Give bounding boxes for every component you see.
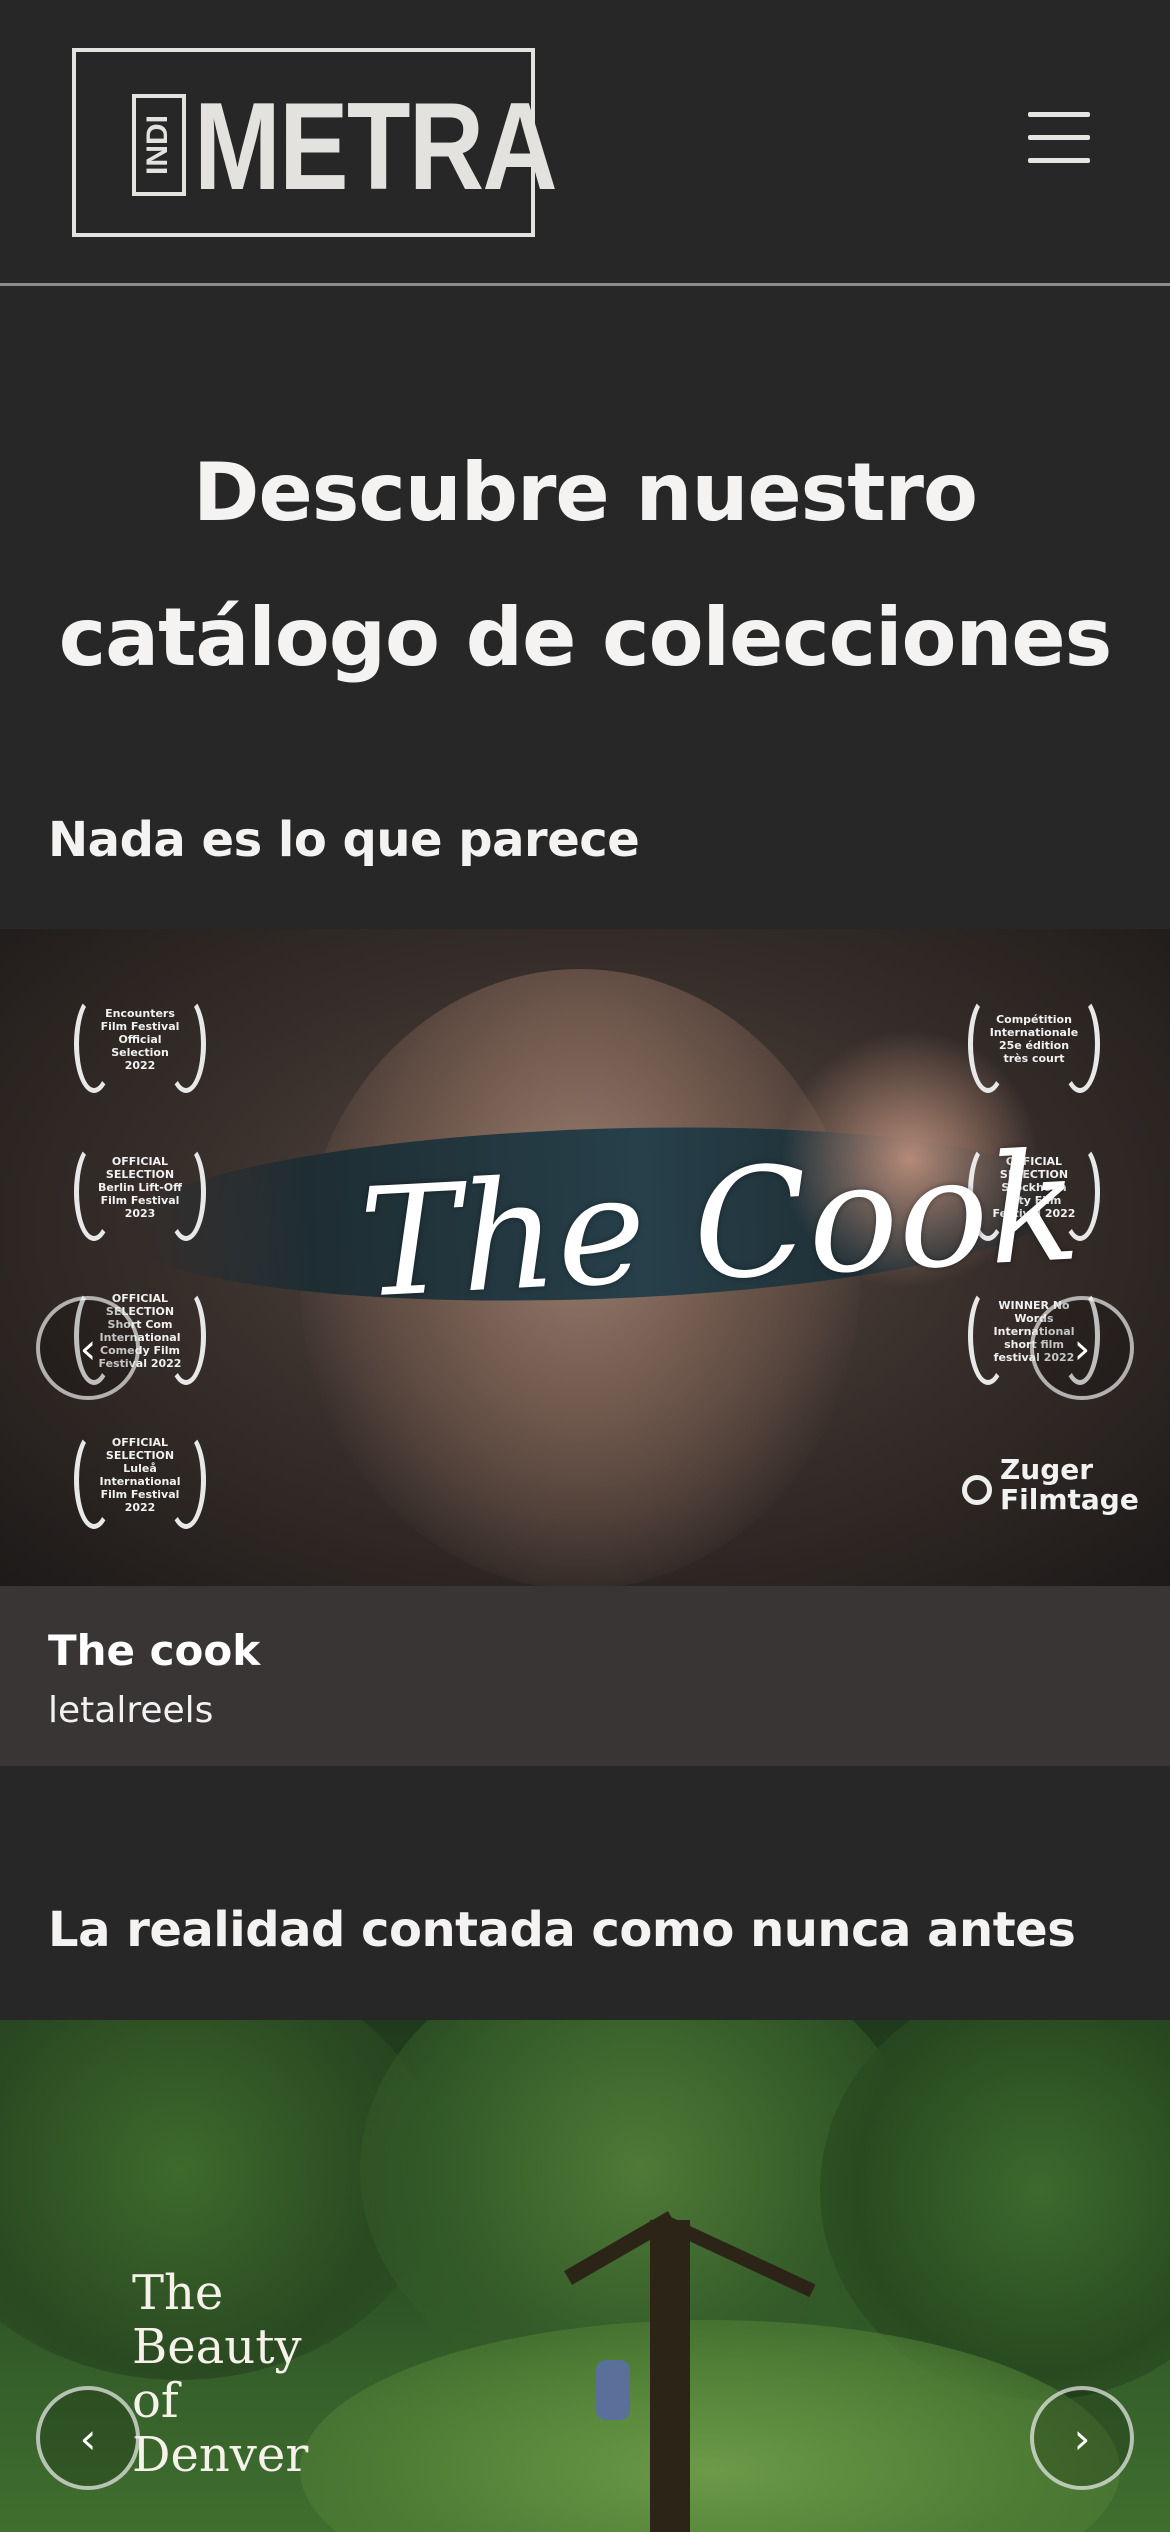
poster-title: The Beauty of Denver [132, 2266, 362, 2482]
laurel-text: Compétition Internationale 25e édition t… [989, 1013, 1079, 1065]
carousel-next-button[interactable]: › [1030, 2386, 1134, 2490]
laurel-award: OFFICIAL SELECTION Luleå International F… [70, 1425, 210, 1529]
hamburger-menu-icon[interactable] [1028, 104, 1096, 170]
laurel-award: Compétition Internationale 25e édition t… [964, 989, 1104, 1093]
chevron-left-icon: ‹ [79, 1323, 97, 1373]
movie-caption[interactable]: The cook letalreels [0, 1586, 1170, 1766]
chevron-right-icon: › [1073, 2413, 1091, 2463]
laurel-text: Encounters Film Festival Official Select… [100, 1006, 180, 1072]
sponsor-logo: Zuger Filmtage [958, 1435, 1139, 1525]
logo-prefix-text: INDI [141, 115, 174, 175]
person-figure [596, 2360, 630, 2420]
logo[interactable]: INDI METRA [72, 48, 558, 237]
menu-line [1028, 158, 1090, 163]
menu-line [1028, 135, 1090, 140]
menu-line [1028, 112, 1090, 117]
logo-prefix: INDI [132, 94, 186, 196]
laurel-award: Encounters Film Festival Official Select… [70, 989, 210, 1093]
movie-poster-beauty-of-denver[interactable]: The Beauty of Denver [0, 2020, 1170, 2532]
tree-trunk [650, 2220, 690, 2532]
collection-title: La realidad contada como nunca antes [48, 1902, 1076, 1958]
movie-author[interactable]: letalreels [48, 1690, 213, 1731]
sponsor-name: Zuger Filmtage [1000, 1453, 1139, 1516]
carousel-prev-button[interactable]: ‹ [36, 1296, 140, 1400]
poster-title-text: The Beauty of Denver [132, 2265, 309, 2483]
laurel-text: OFFICIAL SELECTION Luleå International F… [99, 1436, 181, 1514]
carousel-prev-button[interactable]: ‹ [36, 2386, 140, 2490]
sponsor-icon [962, 1475, 992, 1505]
carousel-next-button[interactable]: › [1030, 1296, 1134, 1400]
chevron-right-icon: › [1073, 1323, 1091, 1373]
site-header: INDI METRA [0, 0, 1170, 286]
chevron-left-icon: ‹ [79, 2413, 97, 2463]
movie-poster-the-cook[interactable]: Encounters Film Festival Official Select… [0, 929, 1170, 1586]
page-title: Descubre nuestro catálogo de colecciones [58, 446, 1113, 684]
movie-title[interactable]: The cook [48, 1626, 260, 1675]
laurel-award: OFFICIAL SELECTION Berlin Lift-Off Film … [70, 1137, 210, 1241]
collection-title: Nada es lo que parece [48, 812, 640, 868]
laurel-text: OFFICIAL SELECTION Berlin Lift-Off Film … [97, 1154, 183, 1220]
logo-text: METRA [194, 78, 558, 216]
